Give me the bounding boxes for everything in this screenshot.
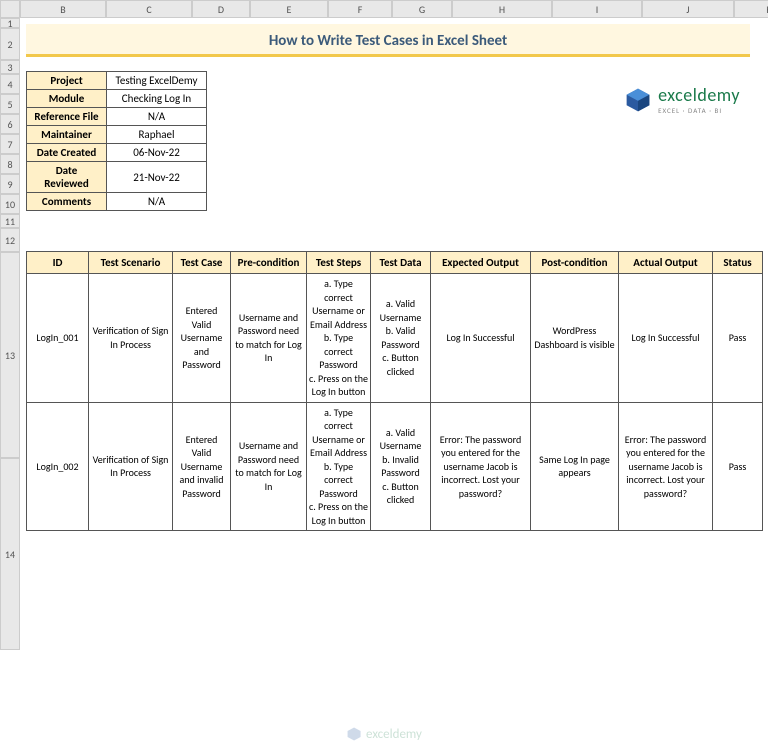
col-header-K[interactable]: K <box>734 0 768 18</box>
col-header-C[interactable]: C <box>106 0 192 18</box>
row-header-9[interactable]: 9 <box>0 174 20 194</box>
cell-expected[interactable]: Log In Successful <box>431 274 531 403</box>
th-test-data: Test Data <box>371 252 431 274</box>
row-header-6[interactable]: 6 <box>0 114 20 134</box>
cell-data[interactable]: a. Valid Usernameb. Valid Passwordc. But… <box>371 274 431 403</box>
th-post-condition: Post-condition <box>531 252 619 274</box>
row-header-4[interactable]: 4 <box>0 74 20 94</box>
cell-postcond[interactable]: Same Log In page appears <box>531 402 619 531</box>
cell-case[interactable]: Entered Valid Username and invalid Passw… <box>173 402 231 531</box>
col-header-E[interactable]: E <box>250 0 328 18</box>
row-header-10[interactable]: 10 <box>0 194 20 214</box>
cell-precond[interactable]: Username and Password need to match for … <box>231 402 307 531</box>
logo-sub: EXCEL · DATA · BI <box>658 106 740 115</box>
sheet-title: How to Write Test Cases in Excel Sheet <box>26 24 750 57</box>
row-header-13[interactable]: 13 <box>0 252 20 458</box>
cell-id[interactable]: LogIn_002 <box>27 402 89 531</box>
meta-label: Reference File <box>27 108 107 126</box>
th-test-steps: Test Steps <box>307 252 371 274</box>
row-header-1[interactable]: 1 <box>0 18 20 28</box>
cell-status[interactable]: Pass <box>713 274 763 403</box>
meta-table: ProjectTesting ExcelDemyModuleChecking L… <box>26 71 207 211</box>
row-header-8[interactable]: 8 <box>0 154 20 174</box>
meta-value[interactable]: Checking Log In <box>107 90 207 108</box>
cell-case[interactable]: Entered Valid Username and Password <box>173 274 231 403</box>
test-cases-table: IDTest ScenarioTest CasePre-conditionTes… <box>26 251 763 531</box>
logo-text: exceldemy <box>658 84 740 106</box>
meta-value[interactable]: 06-Nov-22 <box>107 144 207 162</box>
cell-steps[interactable]: a. Type correct Username or Email Addres… <box>307 402 371 531</box>
row-header-14[interactable]: 14 <box>0 458 20 650</box>
cell-precond[interactable]: Username and Password need to match for … <box>231 274 307 403</box>
meta-value[interactable]: 21-Nov-22 <box>107 162 207 193</box>
col-header-H[interactable]: H <box>452 0 552 18</box>
cell-actual[interactable]: Error: The password you entered for the … <box>619 402 713 531</box>
meta-value[interactable]: N/A <box>107 108 207 126</box>
col-header-J[interactable]: J <box>642 0 734 18</box>
cell-scenario[interactable]: Verification of Sign In Process <box>89 274 173 403</box>
row-header-2[interactable]: 2 <box>0 28 20 60</box>
row-header-7[interactable]: 7 <box>0 134 20 154</box>
cell-steps[interactable]: a. Type correct Username or Email Addres… <box>307 274 371 403</box>
cell-data[interactable]: a. Valid Usernameb. Invalid Passwordc. B… <box>371 402 431 531</box>
row-header-12[interactable]: 12 <box>0 228 20 252</box>
th-status: Status <box>713 252 763 274</box>
col-header-G[interactable]: G <box>392 0 452 18</box>
meta-value[interactable]: Testing ExcelDemy <box>107 72 207 90</box>
cell-id[interactable]: LogIn_001 <box>27 274 89 403</box>
row-header-[interactable] <box>0 0 20 18</box>
cell-expected[interactable]: Error: The password you entered for the … <box>431 402 531 531</box>
col-header-F[interactable]: F <box>328 0 392 18</box>
meta-label: Date Reviewed <box>27 162 107 193</box>
th-test-case: Test Case <box>173 252 231 274</box>
row-header-11[interactable]: 11 <box>0 214 20 228</box>
cell-actual[interactable]: Log In Successful <box>619 274 713 403</box>
cell-scenario[interactable]: Verification of Sign In Process <box>89 402 173 531</box>
table-row: LogIn_001Verification of Sign In Process… <box>27 274 763 403</box>
th-test-scenario: Test Scenario <box>89 252 173 274</box>
row-header-3[interactable]: 3 <box>0 60 20 74</box>
th-actual-output: Actual Output <box>619 252 713 274</box>
row-header-5[interactable]: 5 <box>0 94 20 114</box>
logo: exceldemy EXCEL · DATA · BI <box>624 84 740 115</box>
th-pre-condition: Pre-condition <box>231 252 307 274</box>
cell-postcond[interactable]: WordPress Dashboard is visible <box>531 274 619 403</box>
watermark: exceldemy <box>346 726 422 742</box>
meta-label: Project <box>27 72 107 90</box>
meta-label: Date Created <box>27 144 107 162</box>
meta-label: Comments <box>27 193 107 211</box>
meta-value[interactable]: N/A <box>107 193 207 211</box>
table-row: LogIn_002Verification of Sign In Process… <box>27 402 763 531</box>
meta-value[interactable]: Raphael <box>107 126 207 144</box>
th-expected-output: Expected Output <box>431 252 531 274</box>
col-header-D[interactable]: D <box>192 0 250 18</box>
meta-label: Maintainer <box>27 126 107 144</box>
col-header-B[interactable]: B <box>20 0 106 18</box>
exceldemy-icon <box>624 86 652 114</box>
col-header-I[interactable]: I <box>552 0 642 18</box>
meta-label: Module <box>27 90 107 108</box>
th-id: ID <box>27 252 89 274</box>
cell-status[interactable]: Pass <box>713 402 763 531</box>
